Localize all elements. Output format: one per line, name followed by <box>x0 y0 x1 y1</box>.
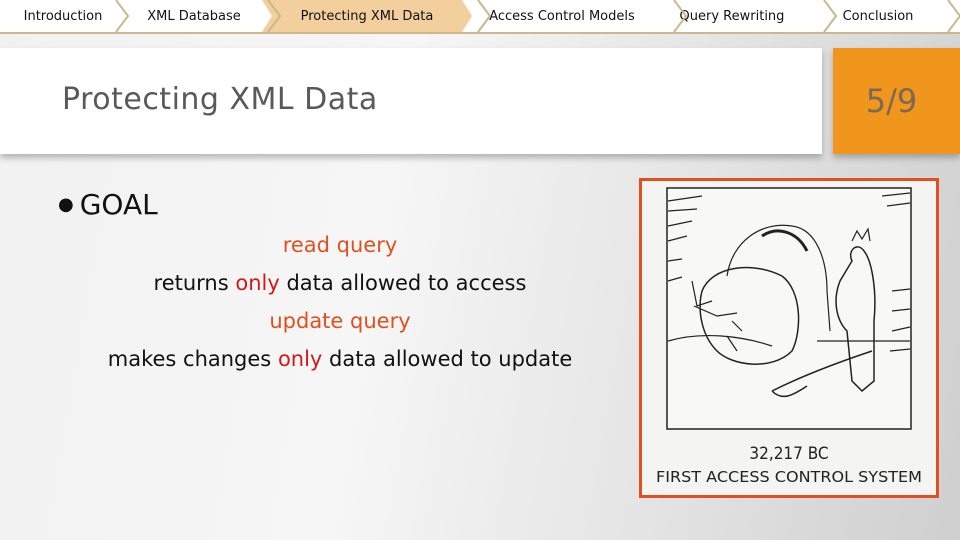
caption-title: FIRST ACCESS CONTROL SYSTEM <box>656 468 922 486</box>
section-nav: Introduction XML Database Protecting XML… <box>0 0 960 34</box>
content-line: makes changes only data allowed to updat… <box>60 347 620 371</box>
nav-label: XML Database <box>147 8 241 24</box>
nav-label: Introduction <box>23 8 103 24</box>
nav-item-introduction[interactable]: Introduction <box>0 0 126 32</box>
bullet-icon: ● <box>58 194 74 215</box>
nav-label: Access Control Models <box>489 8 635 24</box>
line-text: data allowed to access <box>279 271 527 295</box>
nav-label: Query Rewriting <box>679 8 785 24</box>
page-indicator-panel: 5/9 <box>833 48 960 154</box>
highlight-text: read query <box>282 233 398 257</box>
caption-date: 32,217 BC <box>749 444 828 464</box>
nav-label: Protecting XML Data <box>300 8 434 24</box>
content-line: returns only data allowed to access <box>60 271 620 295</box>
line-text: returns <box>153 271 236 295</box>
line-text: data allowed to update <box>322 347 573 371</box>
nav-item-access-control-models[interactable]: Access Control Models <box>464 0 660 32</box>
goal-bullet: ● GOAL <box>58 188 158 221</box>
page-indicator: 5/9 <box>865 82 918 120</box>
bullet-text: GOAL <box>79 188 158 221</box>
nav-item-xml-database[interactable]: XML Database <box>118 0 270 32</box>
content-line: update query <box>60 309 620 333</box>
nav-item-conclusion[interactable]: Conclusion <box>804 0 952 32</box>
highlight-text: update query <box>269 309 411 333</box>
content-line: read query <box>60 233 620 257</box>
cartoon-drawing: 32,217 BC FIRST ACCESS CONTROL SYSTEM <box>656 187 922 486</box>
emphasis-text: only <box>277 347 323 371</box>
nav-item-protecting-xml-data[interactable]: Protecting XML Data <box>262 0 472 32</box>
nav-item-query-rewriting[interactable]: Query Rewriting <box>652 0 812 32</box>
slide-title: Protecting XML Data <box>62 82 378 117</box>
cartoon-image: 32,217 BC FIRST ACCESS CONTROL SYSTEM <box>639 178 939 498</box>
emphasis-text: only <box>235 271 280 295</box>
line-text: makes changes <box>107 347 278 371</box>
nav-label: Conclusion <box>842 8 914 24</box>
